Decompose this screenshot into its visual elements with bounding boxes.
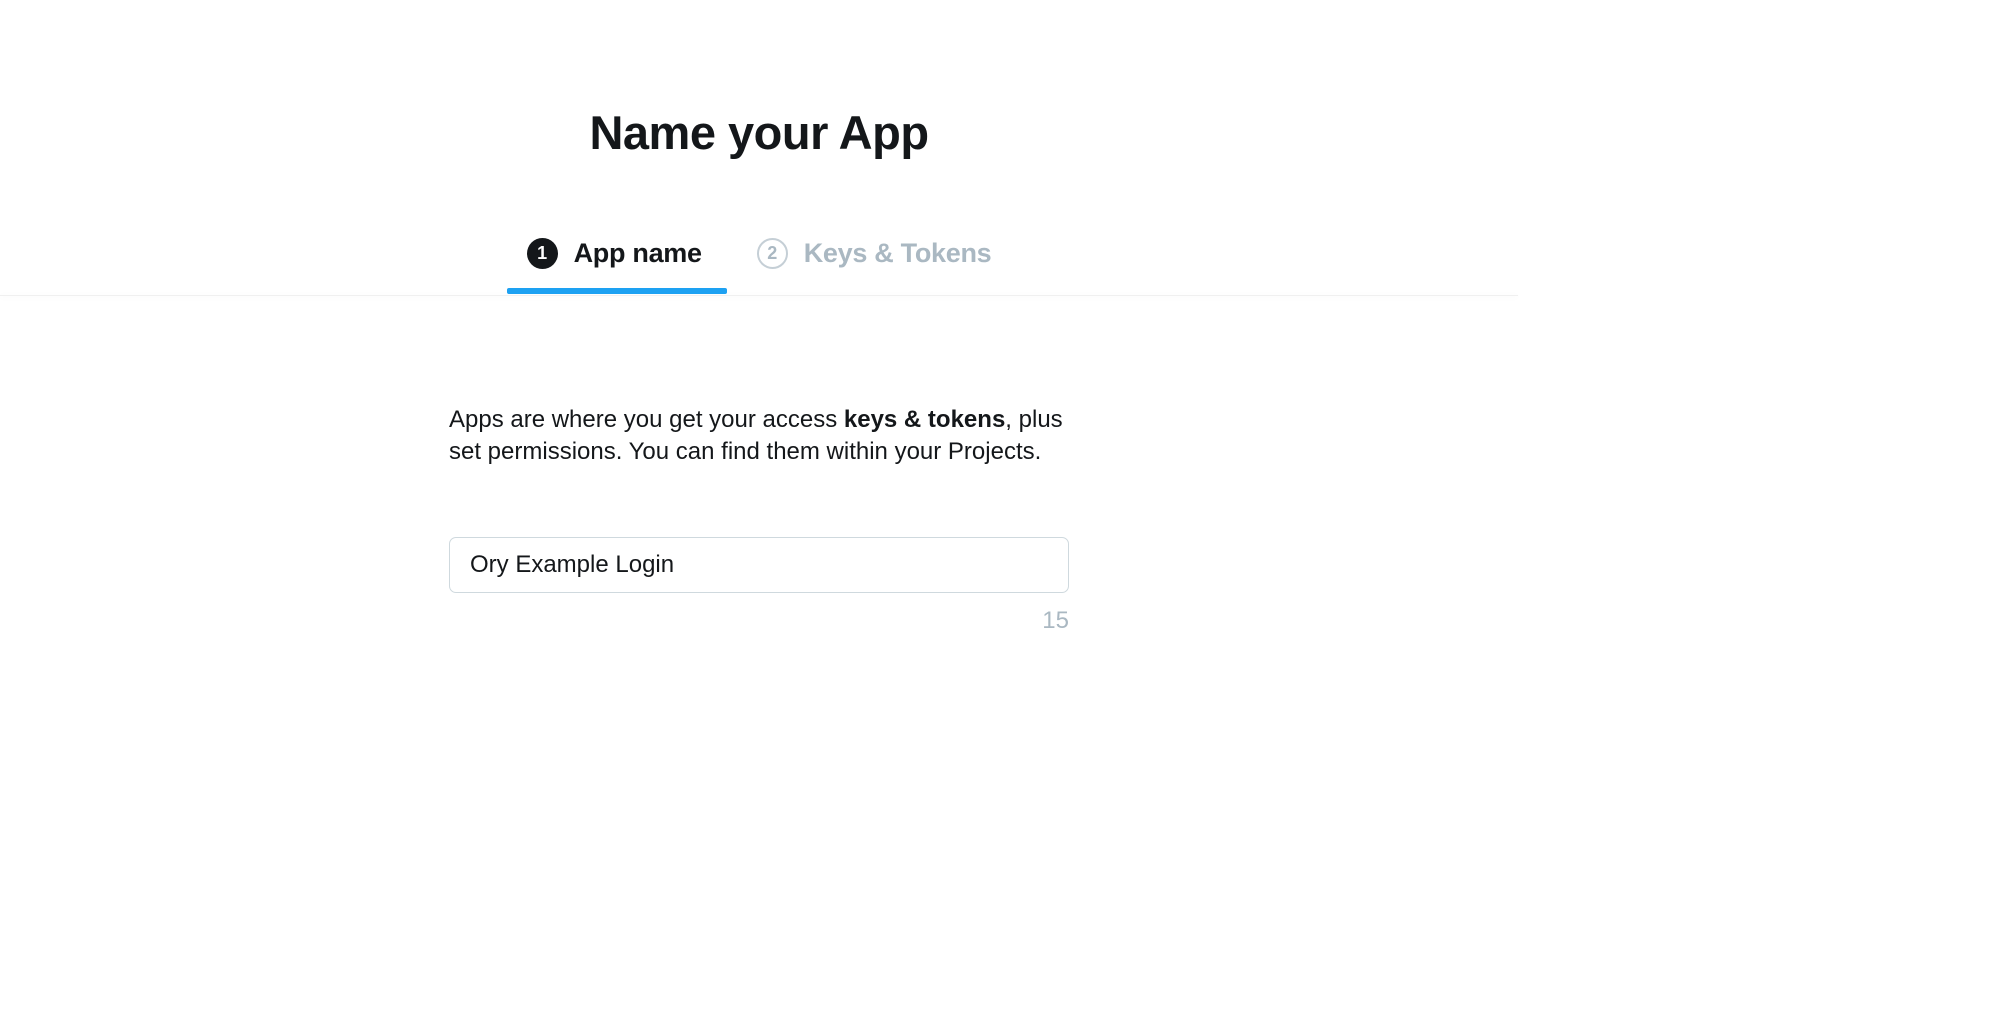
step-badge-1: 1 [527, 238, 558, 269]
step-badge-2: 2 [757, 238, 788, 269]
step-label-app-name: App name [574, 238, 702, 269]
step-underline [507, 288, 727, 294]
main-wrapper: Name your App 1 App name 2 Keys & Tokens… [0, 0, 1518, 1018]
step-keys-tokens[interactable]: 2 Keys & Tokens [757, 238, 992, 294]
step-label-keys-tokens: Keys & Tokens [804, 238, 992, 269]
steps-container: 1 App name 2 Keys & Tokens [0, 160, 1518, 294]
content-section: Apps are where you get your access keys … [449, 296, 1069, 635]
step-app-name[interactable]: 1 App name [527, 238, 702, 294]
description-text: Apps are where you get your access keys … [449, 404, 1069, 469]
page-title: Name your App [0, 105, 1518, 160]
header-section: Name your App 1 App name 2 Keys & Tokens [0, 0, 1518, 295]
description-before: Apps are where you get your access [449, 406, 844, 433]
description-bold: keys & tokens [844, 406, 1005, 433]
char-count: 15 [449, 607, 1069, 635]
app-name-input[interactable] [449, 537, 1069, 593]
input-wrapper: 15 [449, 537, 1069, 635]
